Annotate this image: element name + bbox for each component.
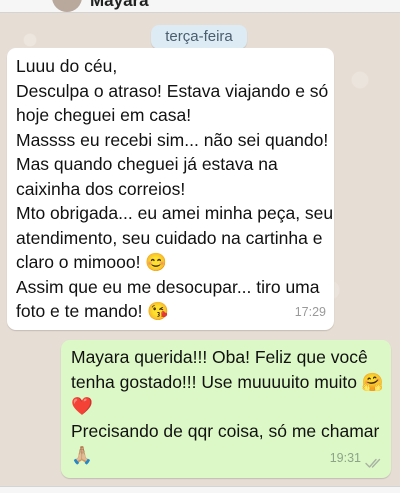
- chat-header[interactable]: Mayara: [0, 0, 400, 13]
- outgoing-message-bubble[interactable]: Mayara querida!!! Oba! Feliz que você te…: [61, 340, 391, 478]
- contact-avatar[interactable]: [52, 0, 82, 12]
- message-input-bar[interactable]: [0, 486, 400, 493]
- message-time: 19:31: [329, 450, 361, 465]
- message-text: Luuu do céu, Desculpa o atraso! Estava v…: [16, 56, 334, 321]
- incoming-message-bubble[interactable]: Luuu do céu, Desculpa o atraso! Estava v…: [7, 48, 334, 330]
- message-time: 17:29: [294, 304, 326, 319]
- double-check-icon: [365, 458, 381, 468]
- date-separator: terça-feira: [151, 25, 247, 49]
- contact-name[interactable]: Mayara: [90, 0, 149, 11]
